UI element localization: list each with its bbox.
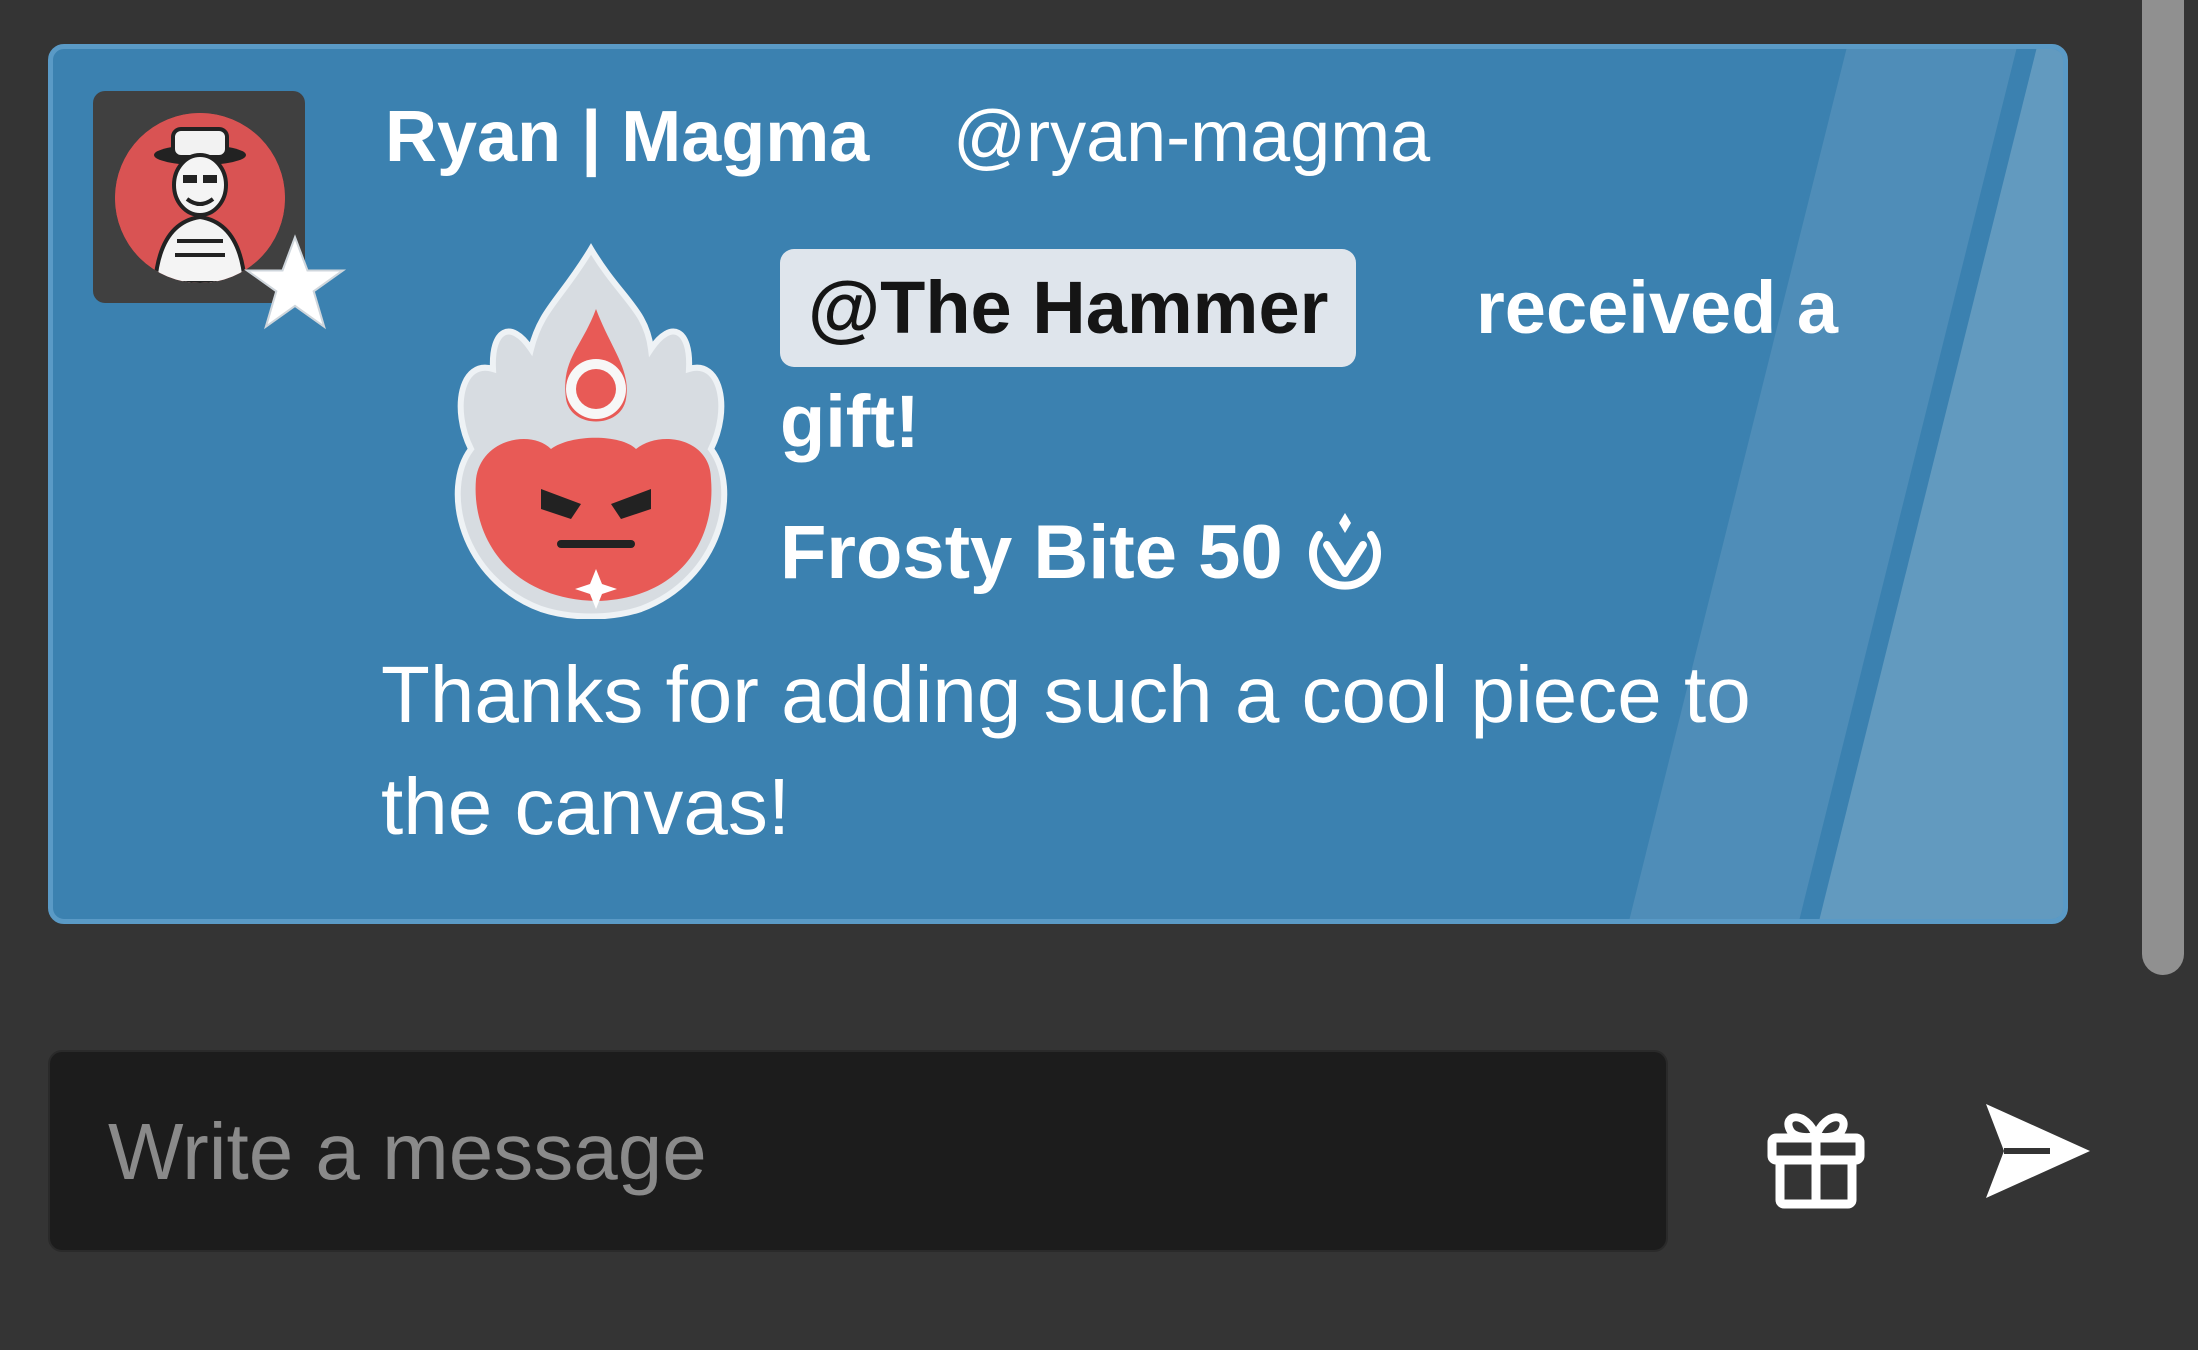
recipient-mention[interactable]: @The Hammer — [780, 249, 1357, 367]
gift-icon[interactable] — [1760, 1100, 1872, 1212]
gift-message-card: Ryan | Magma @ryan-magma @The Hammer rec… — [48, 44, 2068, 924]
send-icon[interactable] — [1980, 1098, 2096, 1204]
author-handle[interactable]: @ryan-magma — [953, 101, 1430, 173]
message-input[interactable] — [106, 1052, 1630, 1252]
star-badge-icon — [243, 234, 347, 330]
gift-item-image — [454, 243, 728, 619]
gift-received-text: received a — [1476, 266, 1839, 349]
gift-item-name: Frosty Bite 50 — [780, 511, 1385, 595]
chat-panel: Ryan | Magma @ryan-magma @The Hammer rec… — [0, 0, 2198, 1350]
magma-currency-icon — [1308, 513, 1381, 590]
message-text: the canvas! — [381, 762, 791, 851]
message-text: Thanks for adding such a cool piece to — [381, 650, 1751, 739]
author-display-name[interactable]: Ryan | Magma — [385, 101, 869, 173]
gift-received-text: gift! — [780, 380, 920, 463]
gift-item-label: Frosty Bite 50 — [780, 510, 1283, 595]
scrollbar-thumb[interactable] — [2142, 0, 2184, 975]
message-composer — [48, 1050, 1668, 1252]
